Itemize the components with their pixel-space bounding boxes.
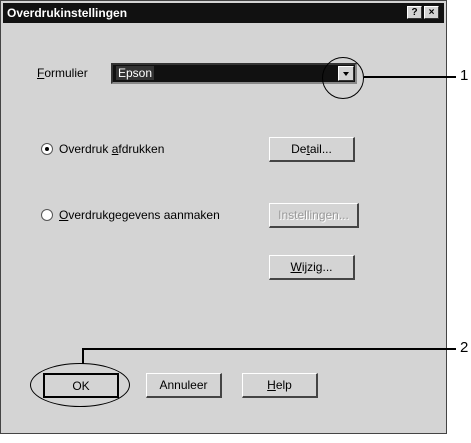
callout-number-1: 1 [460, 67, 469, 84]
close-title-button[interactable]: × [424, 6, 439, 19]
detail-button[interactable]: Detail... [269, 137, 355, 162]
wijzig-button[interactable]: Wijzig... [269, 255, 355, 280]
title-bar: Overdrukinstellingen ? × [3, 3, 444, 23]
callout-circle-2 [30, 363, 130, 407]
callout-circle-1 [322, 57, 364, 99]
formulier-label: Formulier [37, 66, 88, 80]
help-title-button[interactable]: ? [407, 6, 422, 19]
help-button[interactable]: Help [242, 373, 318, 398]
dialog-title: Overdrukinstellingen [7, 6, 128, 20]
formulier-value: Epson [116, 66, 155, 80]
callout-line-2-vertical [82, 348, 84, 364]
formulier-combobox[interactable]: Epson [111, 63, 357, 84]
overdruk-afdrukken-label: Overdruk afdrukken [59, 142, 165, 156]
callout-number-2: 2 [460, 339, 469, 356]
callout-line-2-horizontal [82, 348, 456, 350]
overdruk-afdrukken-radio[interactable] [41, 143, 53, 155]
callout-line-1 [364, 76, 456, 78]
overdrukgegevens-aanmaken-radio[interactable] [41, 209, 53, 221]
instellingen-button[interactable]: Instellingen... [269, 203, 359, 228]
annuleer-button[interactable]: Annuleer [146, 373, 222, 398]
overdrukgegevens-aanmaken-label: Overdrukgegevens aanmaken [59, 208, 220, 222]
